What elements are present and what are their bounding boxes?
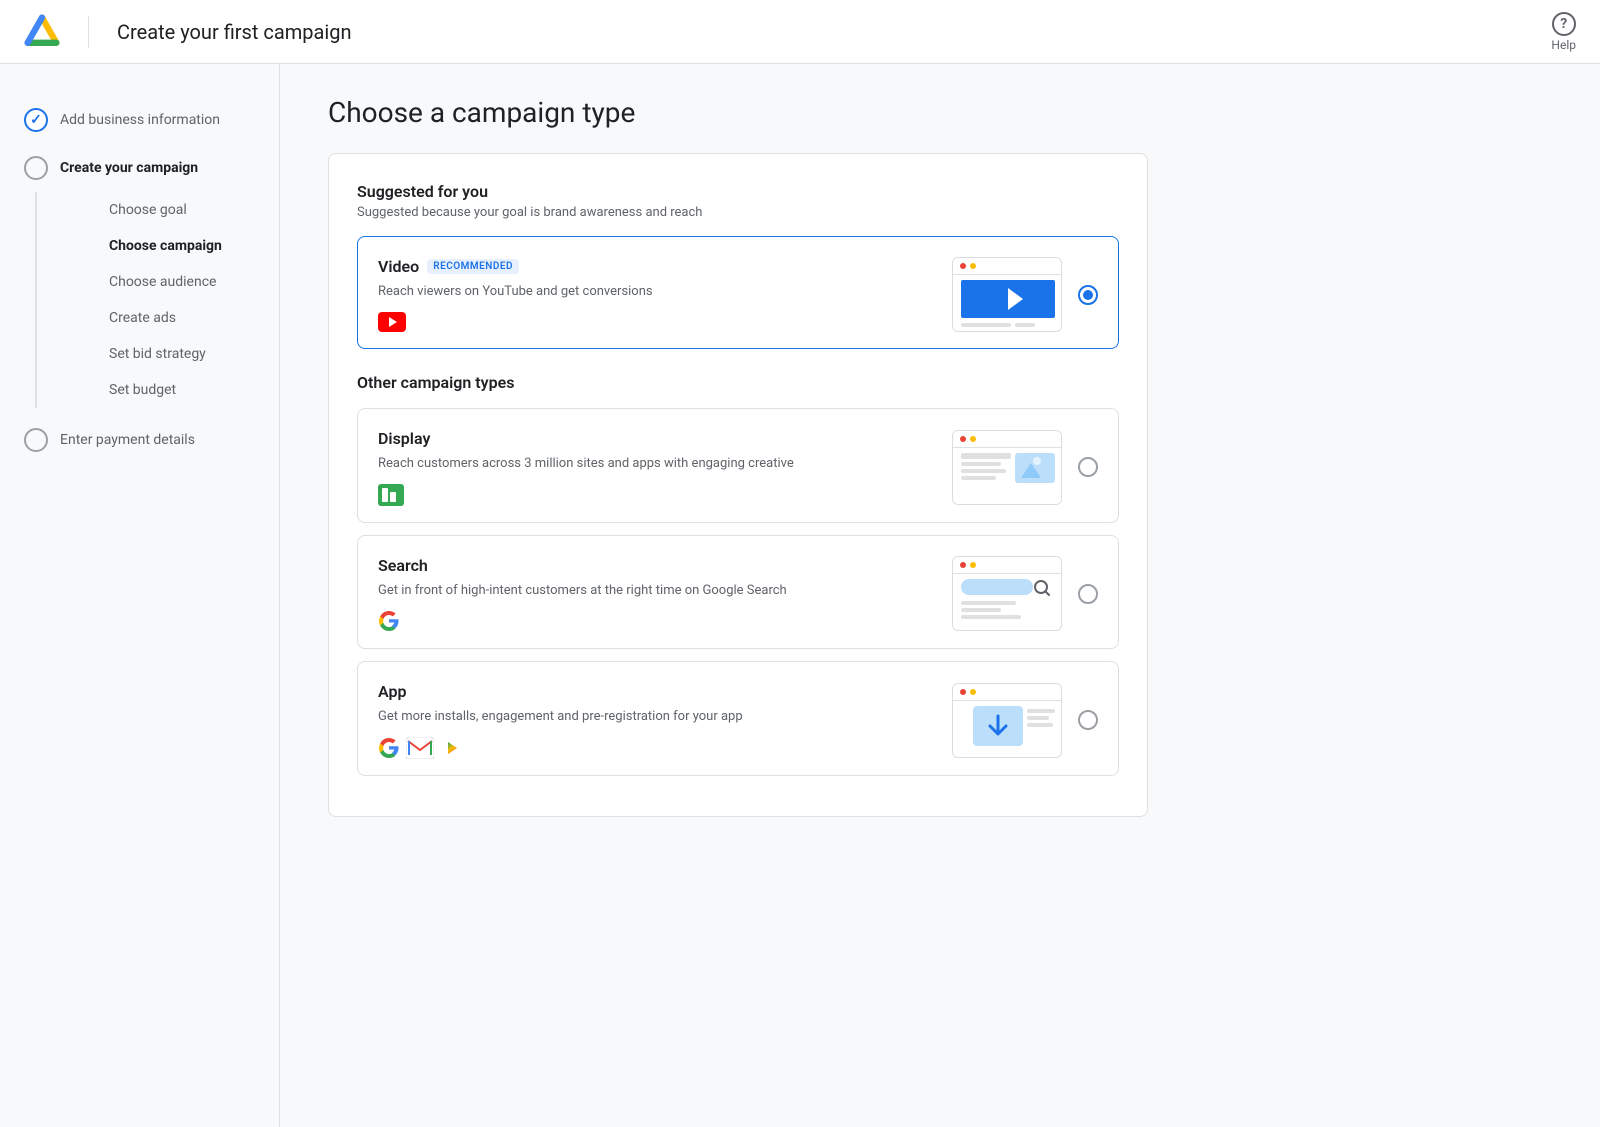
campaign-type-container: Suggested for you Suggested because your… xyxy=(328,153,1148,817)
campaign-desc-display: Reach customers across 3 million sites a… xyxy=(378,454,936,474)
campaign-desc-search: Get in front of high-intent customers at… xyxy=(378,581,936,601)
help-label: Help xyxy=(1551,38,1576,52)
radio-search[interactable] xyxy=(1078,584,1098,604)
header-title: Create your first campaign xyxy=(117,20,352,44)
check-icon: ✓ xyxy=(30,112,42,128)
sidebar-subitem-choose-goal[interactable]: Choose goal xyxy=(97,192,279,228)
youtube-icon xyxy=(378,312,406,332)
help-icon: ? xyxy=(1552,12,1576,36)
campaign-card-app-title-row: App xyxy=(378,682,936,701)
sidebar-item-create-campaign[interactable]: Create your campaign xyxy=(0,144,279,192)
app-illustration xyxy=(952,683,1062,758)
video-illustration xyxy=(952,257,1062,332)
gmail-icon xyxy=(406,737,434,759)
campaign-card-display[interactable]: Display Reach customers across 3 million… xyxy=(357,408,1119,523)
campaign-desc-app: Get more installs, engagement and pre-re… xyxy=(378,707,936,727)
sidebar-label-payment: Enter payment details xyxy=(60,432,195,448)
page-title: Choose a campaign type xyxy=(328,96,1552,129)
campaign-name-video: Video xyxy=(378,257,419,276)
campaign-card-search[interactable]: Search Get in front of high-intent custo… xyxy=(357,535,1119,650)
sidebar-subitem-create-ads[interactable]: Create ads xyxy=(97,300,279,336)
campaign-card-video[interactable]: Video RECOMMENDED Reach viewers on YouTu… xyxy=(357,236,1119,349)
help-button[interactable]: ? Help xyxy=(1551,12,1576,52)
campaign-name-app: App xyxy=(378,682,406,701)
step-icon-business: ✓ xyxy=(24,108,48,132)
sidebar-item-payment[interactable]: Enter payment details xyxy=(0,416,279,464)
header: Create your first campaign ? Help xyxy=(0,0,1600,64)
display-illustration xyxy=(952,430,1062,505)
logo-area: Create your first campaign xyxy=(24,14,352,50)
main-content: Choose a campaign type Suggested for you… xyxy=(280,64,1600,1127)
campaign-icons-app xyxy=(378,737,936,759)
campaign-card-video-title-row: Video RECOMMENDED xyxy=(378,257,936,276)
sidebar-subitem-choose-campaign[interactable]: Choose campaign xyxy=(97,228,279,264)
google-ads-logo xyxy=(24,14,60,50)
sidebar-label-business: Add business information xyxy=(60,112,220,128)
sidebar: ✓ Add business information Create your c… xyxy=(0,64,280,1127)
campaign-icons-search xyxy=(378,610,936,632)
sidebar-subitem-set-bid[interactable]: Set bid strategy xyxy=(97,336,279,372)
campaign-icons-video xyxy=(378,312,936,332)
campaign-card-search-content: Search Get in front of high-intent custo… xyxy=(378,556,936,633)
other-section-title: Other campaign types xyxy=(357,373,1119,392)
sidebar-subitem-set-budget[interactable]: Set budget xyxy=(97,372,279,408)
radio-app[interactable] xyxy=(1078,710,1098,730)
display-network-icon xyxy=(378,484,404,506)
sidebar-subitems: Choose goal Choose campaign Choose audie… xyxy=(35,192,279,408)
campaign-card-display-content: Display Reach customers across 3 million… xyxy=(378,429,936,506)
google-g-icon-app xyxy=(378,737,400,759)
campaign-desc-video: Reach viewers on YouTube and get convers… xyxy=(378,282,936,302)
search-illustration xyxy=(952,556,1062,631)
campaign-card-video-content: Video RECOMMENDED Reach viewers on YouTu… xyxy=(378,257,936,332)
campaign-icons-display xyxy=(378,484,936,506)
step-icon-campaign xyxy=(24,156,48,180)
campaign-card-app[interactable]: App Get more installs, engagement and pr… xyxy=(357,661,1119,776)
sidebar-item-add-business[interactable]: ✓ Add business information xyxy=(0,96,279,144)
suggested-section-subtitle: Suggested because your goal is brand awa… xyxy=(357,205,1119,220)
campaign-name-display: Display xyxy=(378,429,430,448)
radio-video[interactable] xyxy=(1078,285,1098,305)
youtube-play-icon xyxy=(389,317,397,327)
campaign-name-search: Search xyxy=(378,556,428,575)
sidebar-label-campaign: Create your campaign xyxy=(60,160,198,176)
sidebar-subitem-choose-audience[interactable]: Choose audience xyxy=(97,264,279,300)
recommended-badge: RECOMMENDED xyxy=(427,259,519,274)
campaign-card-display-title-row: Display xyxy=(378,429,936,448)
step-icon-payment xyxy=(24,428,48,452)
radio-inner-video xyxy=(1083,290,1093,300)
header-divider xyxy=(88,16,89,48)
campaign-card-app-content: App Get more installs, engagement and pr… xyxy=(378,682,936,759)
suggested-section-title: Suggested for you xyxy=(357,182,1119,201)
google-g-icon xyxy=(378,610,400,632)
radio-display[interactable] xyxy=(1078,457,1098,477)
main-layout: ✓ Add business information Create your c… xyxy=(0,64,1600,1127)
campaign-card-search-title-row: Search xyxy=(378,556,936,575)
play-store-icon xyxy=(440,737,462,759)
